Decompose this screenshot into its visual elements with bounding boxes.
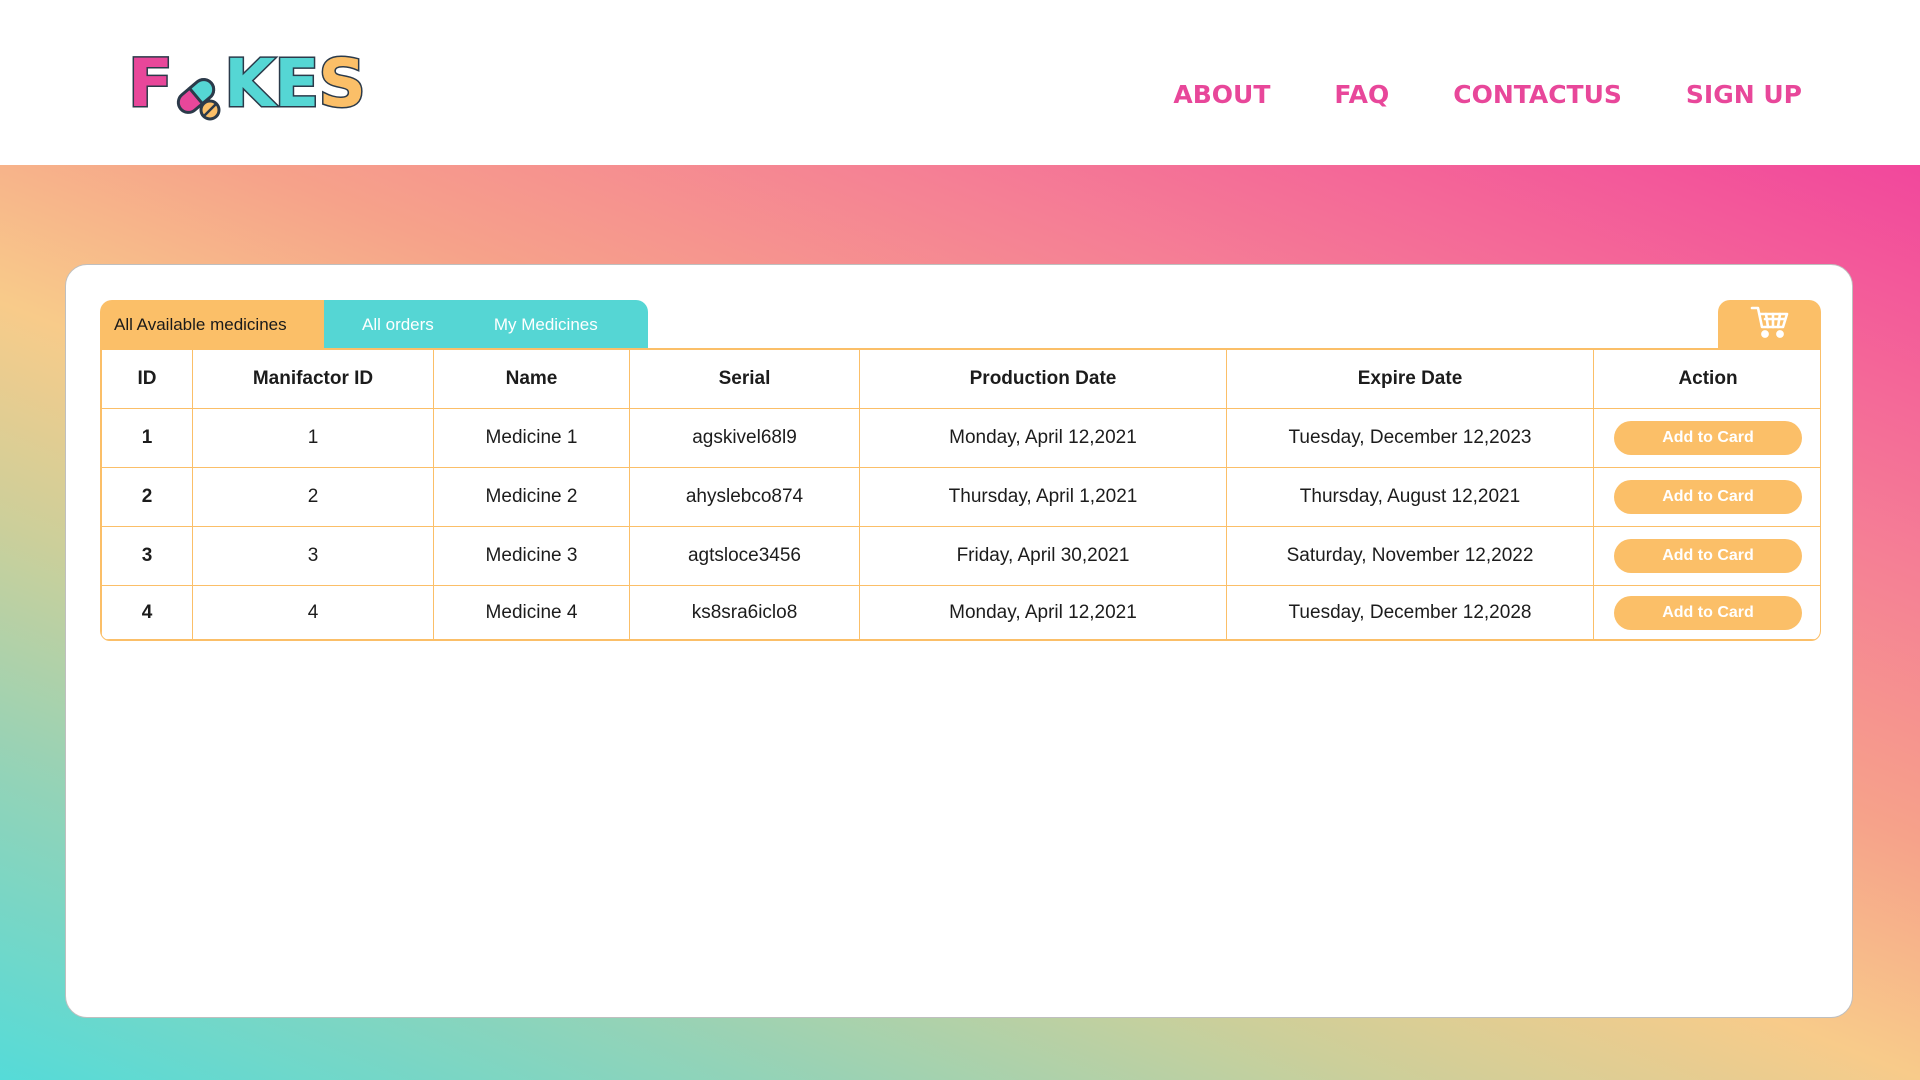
cell-serial: ahyslebco874 — [629, 467, 860, 527]
cell-expire-date: Tuesday, December 12,2028 — [1226, 585, 1594, 640]
cell-manufacturer-id: 4 — [192, 585, 434, 640]
nav-contactus-link[interactable]: CONTACTUS — [1453, 80, 1622, 109]
table-row: 1 1 Medicine 1 agskivel68l9 Monday, Apri… — [101, 408, 1820, 468]
column-header-manufacturer-id: Manifactor ID — [192, 349, 434, 409]
cell-id: 4 — [101, 585, 193, 640]
nav-faq-link[interactable]: FAQ — [1334, 80, 1389, 109]
cell-name: Medicine 1 — [433, 408, 630, 468]
cell-expire-date: Tuesday, December 12,2023 — [1226, 408, 1594, 468]
cell-serial: agtsloce3456 — [629, 526, 860, 586]
tab-bar: All Available medicines All orders My Me… — [100, 300, 648, 349]
tab-all-orders[interactable]: All orders — [362, 300, 434, 349]
cell-production-date: Monday, April 12,2021 — [859, 408, 1227, 468]
cell-id: 3 — [101, 526, 193, 586]
cell-expire-date: Thursday, August 12,2021 — [1226, 467, 1594, 527]
nav-signup-link[interactable]: SIGN UP — [1686, 80, 1802, 109]
cell-serial: ks8sra6iclo8 — [629, 585, 860, 640]
cell-id: 2 — [101, 467, 193, 527]
tab-group-secondary: All orders My Medicines — [324, 300, 648, 349]
cell-production-date: Friday, April 30,2021 — [859, 526, 1227, 586]
logo-letter-e: E — [273, 44, 321, 124]
add-to-card-button[interactable]: Add to Card — [1614, 595, 1802, 630]
cell-manufacturer-id: 2 — [192, 467, 434, 527]
shopping-cart-icon — [1750, 305, 1790, 344]
cell-id: 1 — [101, 408, 193, 468]
cell-action: Add to Card — [1593, 467, 1820, 527]
medicines-table: ID Manifactor ID Name Serial Production … — [101, 349, 1820, 640]
cell-action: Add to Card — [1593, 408, 1820, 468]
logo-letter-k: K — [223, 44, 277, 124]
tab-all-available-medicines[interactable]: All Available medicines — [100, 300, 324, 349]
column-header-name: Name — [433, 349, 630, 409]
table-row: 4 4 Medicine 4 ks8sra6iclo8 Monday, Apri… — [101, 585, 1820, 640]
add-to-card-button[interactable]: Add to Card — [1614, 480, 1802, 514]
table-row: 3 3 Medicine 3 agtsloce3456 Friday, Apri… — [101, 526, 1820, 586]
column-header-id: ID — [101, 349, 193, 409]
cell-action: Add to Card — [1593, 526, 1820, 586]
column-header-expire-date: Expire Date — [1226, 349, 1594, 409]
cell-production-date: Thursday, April 1,2021 — [859, 467, 1227, 527]
nav-about-link[interactable]: ABOUT — [1173, 80, 1270, 109]
table-row: 2 2 Medicine 2 ahyslebco874 Thursday, Ap… — [101, 467, 1820, 527]
top-nav: ABOUT FAQ CONTACTUS SIGN UP — [1173, 80, 1802, 109]
cart-button[interactable] — [1718, 300, 1821, 349]
column-header-serial: Serial — [629, 349, 860, 409]
add-to-card-button[interactable]: Add to Card — [1614, 421, 1802, 455]
cell-expire-date: Saturday, November 12,2022 — [1226, 526, 1594, 586]
cell-production-date: Monday, April 12,2021 — [859, 585, 1227, 640]
cell-serial: agskivel68l9 — [629, 408, 860, 468]
cell-name: Medicine 3 — [433, 526, 630, 586]
add-to-card-button[interactable]: Add to Card — [1614, 539, 1802, 573]
logo-letter-f: F — [126, 44, 174, 124]
cell-action: Add to Card — [1593, 585, 1820, 640]
cell-manufacturer-id: 1 — [192, 408, 434, 468]
column-header-production-date: Production Date — [859, 349, 1227, 409]
tab-my-medicines[interactable]: My Medicines — [494, 300, 598, 349]
table-header-row: ID Manifactor ID Name Serial Production … — [101, 349, 1820, 409]
logo-letter-s: S — [317, 44, 368, 124]
brand-logo[interactable]: F K E S — [126, 44, 367, 124]
site-header: F K E S ABOUT FAQ CONTACTUS SIGN UP — [0, 0, 1920, 165]
cell-manufacturer-id: 3 — [192, 526, 434, 586]
medicines-table-container: ID Manifactor ID Name Serial Production … — [100, 348, 1821, 641]
column-header-action: Action — [1593, 349, 1820, 409]
cell-name: Medicine 2 — [433, 467, 630, 527]
logo-wordmark: F K E S — [126, 44, 367, 124]
cell-name: Medicine 4 — [433, 585, 630, 640]
pill-icon — [172, 56, 224, 122]
